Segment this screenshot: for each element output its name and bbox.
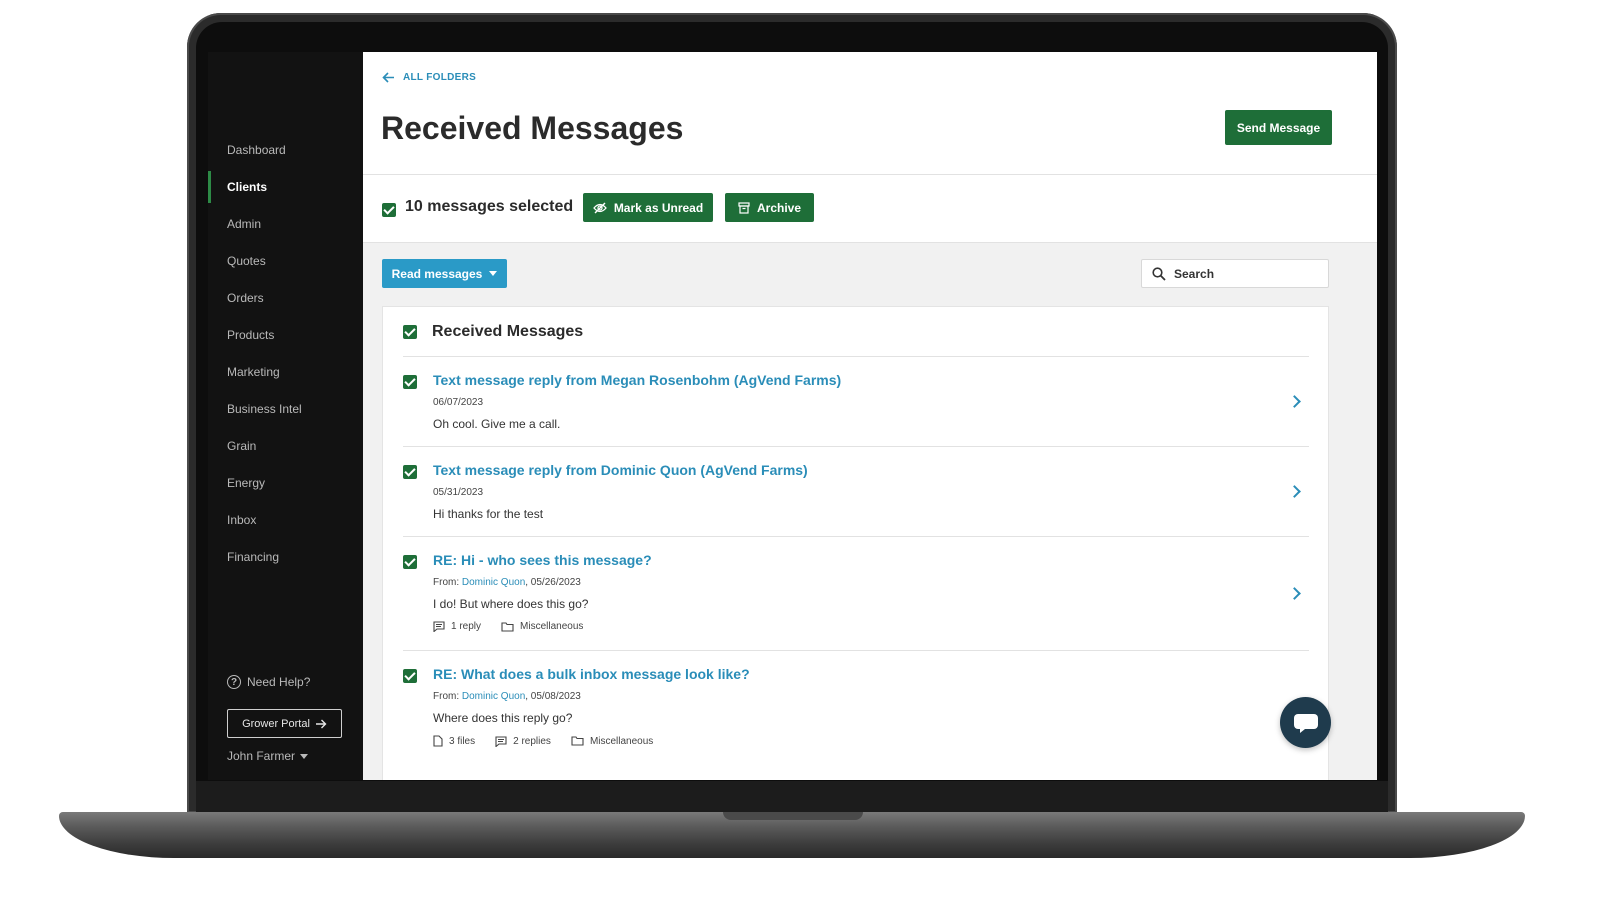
sidebar-item-admin[interactable]: Admin [208, 208, 363, 240]
archive-label: Archive [756, 200, 802, 215]
sidebar-item-business-intel[interactable]: Business Intel [208, 393, 363, 425]
replies-tag: 1 reply [433, 621, 481, 632]
need-help-label: Need Help? [247, 675, 311, 689]
panel-select-all-checkbox[interactable] [403, 324, 417, 339]
search-input[interactable] [1174, 266, 1314, 281]
archive-icon [738, 201, 750, 214]
all-folders-link[interactable]: ALL FOLDERS [382, 72, 476, 83]
folder-icon [501, 621, 514, 632]
chat-icon [1293, 713, 1318, 733]
sidebar-item-grain[interactable]: Grain [208, 430, 363, 462]
message-date: , 05/26/2023 [525, 577, 581, 588]
selected-count: 10 messages selected [405, 198, 574, 215]
mark-as-unread-button[interactable]: Mark as Unread [583, 193, 713, 222]
chevron-down-icon [300, 753, 309, 759]
sidebar-item-energy[interactable]: Energy [208, 467, 363, 499]
message-meta: From: Dominic Quon, 05/08/2023 [433, 691, 581, 702]
from-prefix: From: [433, 691, 462, 702]
replies-tag: 2 replies [495, 735, 551, 747]
all-folders-label: ALL FOLDERS [403, 72, 477, 83]
chevron-right-icon[interactable] [1288, 485, 1301, 498]
message-body: Where does this reply go? [433, 711, 573, 725]
user-name: John Farmer [227, 749, 296, 763]
comment-icon [495, 735, 507, 747]
message-date: , 05/08/2023 [525, 691, 581, 702]
from-prefix: From: [433, 577, 462, 588]
sidebar-item-marketing[interactable]: Marketing [208, 356, 363, 388]
sidebar-item-inbox[interactable]: Inbox [208, 504, 363, 536]
sidebar-item-dashboard[interactable]: Dashboard [208, 134, 363, 166]
message-row[interactable]: Text message reply from Megan Rosenbohm … [403, 357, 1309, 447]
files-tag: 3 files [433, 735, 475, 747]
message-body: Hi thanks for the test [433, 507, 544, 521]
message-row[interactable]: Text message reply from Dominic Quon (Ag… [403, 447, 1309, 537]
select-all-checkbox[interactable] [382, 203, 396, 217]
panel-header: Received Messages [403, 307, 1309, 357]
folder-tag: Miscellaneous [501, 621, 583, 632]
folder-icon [571, 736, 584, 746]
message-title[interactable]: Text message reply from Megan Rosenbohm … [433, 372, 841, 388]
user-menu[interactable]: John Farmer [227, 749, 309, 763]
search-box [1141, 259, 1329, 288]
message-body: Oh cool. Give me a call. [433, 417, 561, 431]
page-title: Received Messages [381, 110, 684, 146]
message-date: 06/07/2023 [433, 397, 484, 408]
read-messages-label: Read messages [391, 266, 483, 281]
message-checkbox[interactable] [403, 669, 417, 683]
chat-button[interactable] [1280, 697, 1331, 748]
file-icon [433, 735, 443, 747]
messages-panel: Received Messages Text message reply fro… [382, 306, 1329, 780]
sidebar-item-quotes[interactable]: Quotes [208, 245, 363, 277]
page-header: ALL FOLDERS Received Messages Send Messa… [363, 52, 1377, 175]
message-checkbox[interactable] [403, 465, 417, 479]
archive-button[interactable]: Archive [725, 193, 814, 222]
sender-link[interactable]: Dominic Quon [462, 691, 525, 702]
replies-count: 1 reply [451, 621, 482, 632]
folder-name: Miscellaneous [520, 621, 584, 632]
laptop-notch [723, 812, 863, 820]
sidebar: Dashboard Clients Admin Quotes Orders Pr… [208, 52, 363, 780]
mark-as-unread-label: Mark as Unread [613, 200, 704, 215]
eye-off-icon [592, 202, 607, 213]
panel-title: Received Messages [432, 322, 584, 340]
folder-name: Miscellaneous [589, 735, 654, 747]
message-checkbox[interactable] [403, 555, 417, 569]
message-row[interactable]: RE: Hi - who sees this message? From: Do… [403, 537, 1309, 651]
files-count: 3 files [449, 735, 476, 747]
chevron-right-icon[interactable] [1288, 587, 1301, 600]
arrow-right-icon [315, 719, 327, 728]
message-title[interactable]: RE: Hi - who sees this message? [433, 552, 652, 568]
screen: Dashboard Clients Admin Quotes Orders Pr… [208, 52, 1377, 780]
message-body: I do! But where does this go? [433, 597, 589, 611]
send-message-button[interactable]: Send Message [1225, 110, 1332, 145]
message-tags: 3 files 2 replies Miscellaneous [433, 735, 653, 747]
search-icon [1152, 266, 1166, 281]
comment-icon [433, 621, 445, 632]
message-tags: 1 reply Miscellaneous [433, 621, 583, 632]
message-checkbox[interactable] [403, 375, 417, 389]
help-icon: ? [227, 675, 241, 689]
folder-tag: Miscellaneous [571, 735, 653, 747]
message-meta: From: Dominic Quon, 05/26/2023 [433, 577, 581, 588]
sidebar-item-financing[interactable]: Financing [208, 541, 363, 573]
chevron-down-icon [489, 271, 498, 276]
need-help-link[interactable]: ? Need Help? [227, 675, 310, 689]
grower-portal-button[interactable]: Grower Portal [227, 709, 342, 738]
laptop-chin [196, 781, 1388, 812]
chevron-right-icon[interactable] [1288, 395, 1301, 408]
sidebar-item-clients[interactable]: Clients [208, 171, 363, 203]
sidebar-item-products[interactable]: Products [208, 319, 363, 351]
read-messages-dropdown[interactable]: Read messages [382, 259, 507, 288]
sender-link[interactable]: Dominic Quon [462, 577, 525, 588]
message-date: 05/31/2023 [433, 487, 484, 498]
message-title[interactable]: Text message reply from Dominic Quon (Ag… [433, 462, 808, 478]
message-title[interactable]: RE: What does a bulk inbox message look … [433, 666, 750, 682]
grower-portal-label: Grower Portal [242, 717, 310, 730]
arrow-left-icon [382, 72, 394, 83]
message-row[interactable]: RE: What does a bulk inbox message look … [403, 651, 1309, 765]
main-content: ALL FOLDERS Received Messages Send Messa… [363, 52, 1377, 780]
replies-count: 2 replies [513, 735, 551, 747]
sidebar-item-orders[interactable]: Orders [208, 282, 363, 314]
